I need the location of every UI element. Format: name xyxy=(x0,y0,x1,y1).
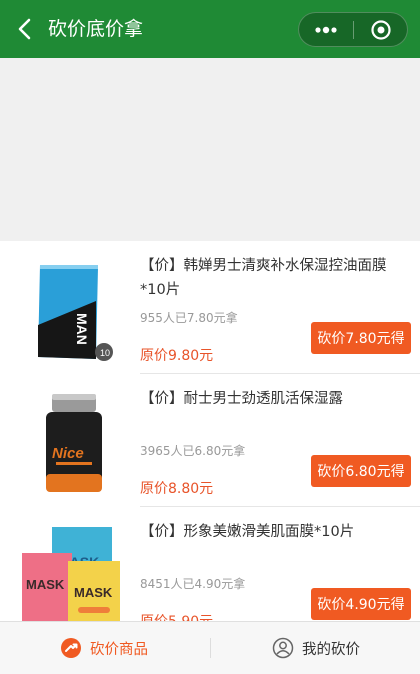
list-item[interactable]: Nice 【价】耐士男士劲透肌活保湿露 3965人已6.80元拿 原价8.80元… xyxy=(0,374,420,507)
product-brand-text: MASK xyxy=(26,577,65,592)
back-arrow-icon xyxy=(18,18,31,40)
product-image[interactable]: MAN 10 xyxy=(22,253,126,363)
mini-program-capsule xyxy=(298,12,408,47)
tab-label: 砍价商品 xyxy=(90,641,148,658)
product-title[interactable]: 【价】韩婵男士清爽补水保湿控油面膜*10片 xyxy=(140,254,408,302)
banner-area xyxy=(0,58,420,241)
original-price: 原价8.80元 xyxy=(140,481,214,497)
list-item[interactable]: MAN 10 【价】韩婵男士清爽补水保湿控油面膜*10片 955人已7.80元拿… xyxy=(0,241,420,374)
more-button[interactable] xyxy=(299,13,353,46)
tab-label: 我的砍价 xyxy=(302,641,360,658)
tab-divider xyxy=(210,638,211,658)
bargain-tag-icon xyxy=(61,638,81,658)
bargain-button[interactable]: 砍价4.90元得 xyxy=(311,588,411,620)
product-brand-text: Nice xyxy=(52,445,84,462)
original-price: 原价9.80元 xyxy=(140,348,214,364)
tab-bargain-products[interactable]: 砍价商品 xyxy=(60,622,148,674)
product-badge-text: 10 xyxy=(100,348,110,358)
sold-count: 8451人已4.90元拿 xyxy=(140,577,246,591)
list-item[interactable]: MASK MASK MASK 【价】形象美嫩滑美肌面膜*10片 8451人已4.… xyxy=(0,507,420,621)
nav-header: 砍价底价拿 xyxy=(0,0,420,58)
page-title: 砍价底价拿 xyxy=(48,18,144,40)
tab-my-bargains[interactable]: 我的砍价 xyxy=(272,622,360,674)
product-brand-text: MAN xyxy=(74,313,90,345)
product-image[interactable]: Nice xyxy=(22,386,126,496)
product-brand-text: MASK xyxy=(74,585,113,600)
bargain-button[interactable]: 砍价7.80元得 xyxy=(311,322,411,354)
sold-count: 3965人已6.80元拿 xyxy=(140,444,246,458)
product-image[interactable]: MASK MASK MASK xyxy=(22,523,126,621)
bargain-button[interactable]: 砍价6.80元得 xyxy=(311,455,411,487)
product-list: MAN 10 【价】韩婵男士清爽补水保湿控油面膜*10片 955人已7.80元拿… xyxy=(0,241,420,621)
back-button[interactable] xyxy=(12,17,36,41)
close-target-icon xyxy=(371,19,391,40)
bottom-tab-bar: 砍价商品 我的砍价 xyxy=(0,621,420,674)
close-button[interactable] xyxy=(354,13,408,46)
more-dots-icon xyxy=(315,26,337,33)
user-icon xyxy=(272,637,294,659)
product-title[interactable]: 【价】耐士男士劲透肌活保湿露 xyxy=(140,387,408,411)
original-price: 原价5.90元 xyxy=(140,611,213,621)
sold-count: 955人已7.80元拿 xyxy=(140,311,238,325)
product-title[interactable]: 【价】形象美嫩滑美肌面膜*10片 xyxy=(140,520,408,544)
